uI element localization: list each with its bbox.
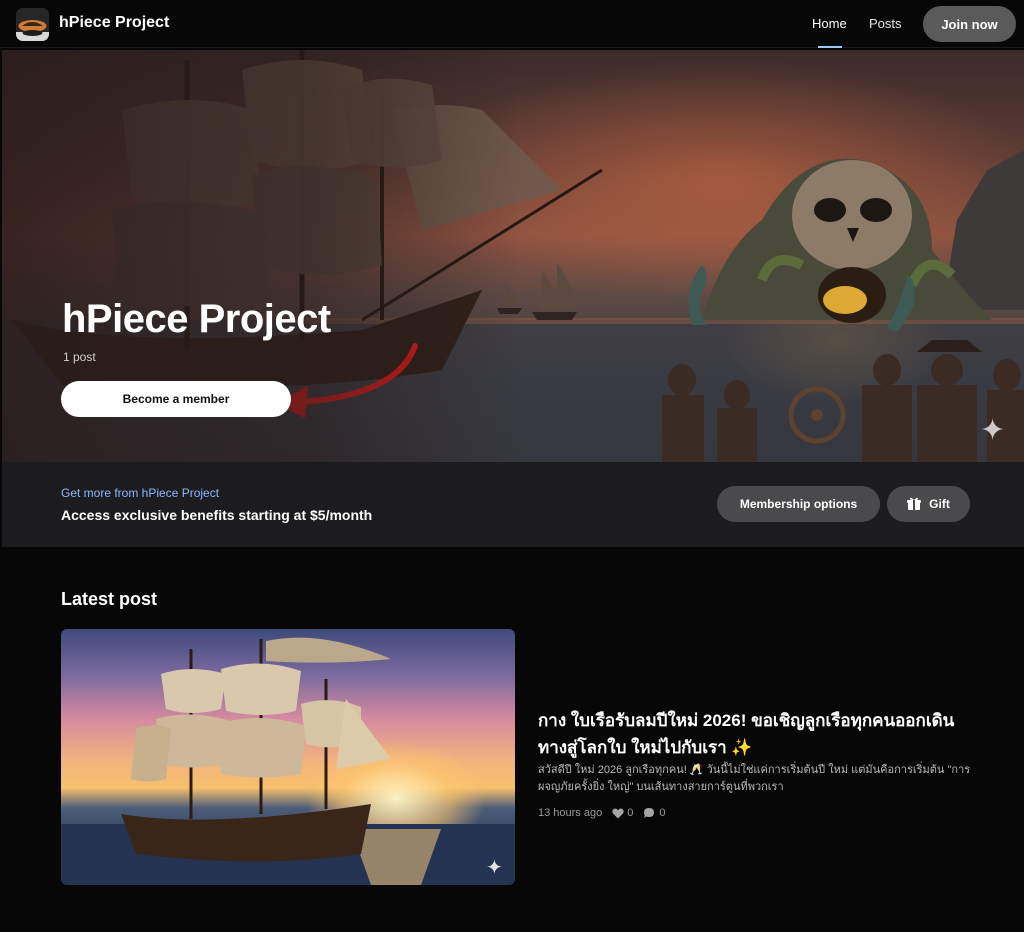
- top-nav: hPiece Project Home Posts Join now: [0, 0, 1024, 48]
- post-time: 13 hours ago: [538, 807, 603, 819]
- post-thumbnail[interactable]: ✦: [61, 629, 515, 885]
- post-excerpt: สวัสดีปี ใหม่ 2026 ลูกเรือทุกคน! 🥂 วันนี…: [538, 764, 971, 793]
- membership-options-button[interactable]: Membership options: [717, 486, 880, 522]
- hero-banner: hPiece Project 1 post Become a member ✦: [2, 50, 1024, 462]
- like-count: 0: [627, 807, 634, 819]
- latest-post-heading: Latest post: [61, 589, 158, 609]
- post-title[interactable]: กาง ใบเรือรับลมปีใหม่ 2026! ขอเชิญลูกเรื…: [538, 707, 978, 761]
- comment-icon[interactable]: [643, 807, 655, 819]
- sparkle-icon: ✦: [980, 414, 1006, 447]
- gift-button[interactable]: Gift: [887, 486, 970, 522]
- nav-posts[interactable]: Posts: [869, 16, 902, 31]
- membership-description: Access exclusive benefits starting at $5…: [61, 507, 373, 523]
- join-now-button[interactable]: Join now: [923, 6, 1016, 42]
- membership-kicker: Get more from hPiece Project: [61, 486, 220, 500]
- logo-image[interactable]: [16, 8, 49, 41]
- gift-icon: [907, 497, 922, 510]
- comment-count: 0: [659, 807, 666, 819]
- post-count: 1 post: [63, 350, 96, 364]
- nav-home[interactable]: Home: [812, 16, 847, 31]
- nav-active-indicator: [818, 46, 842, 48]
- become-member-button[interactable]: Become a member: [61, 381, 291, 417]
- membership-strip: Get more from hPiece Project Access excl…: [2, 462, 1024, 547]
- post-meta: 13 hours ago 0 0: [538, 807, 665, 819]
- gift-label: Gift: [929, 497, 950, 511]
- post-thumbnail-art: [61, 637, 515, 885]
- brand-name[interactable]: hPiece Project: [59, 14, 169, 32]
- heart-icon[interactable]: [612, 808, 624, 819]
- creator-title: hPiece Project: [62, 297, 331, 341]
- sparkle-icon: ✦: [486, 857, 503, 879]
